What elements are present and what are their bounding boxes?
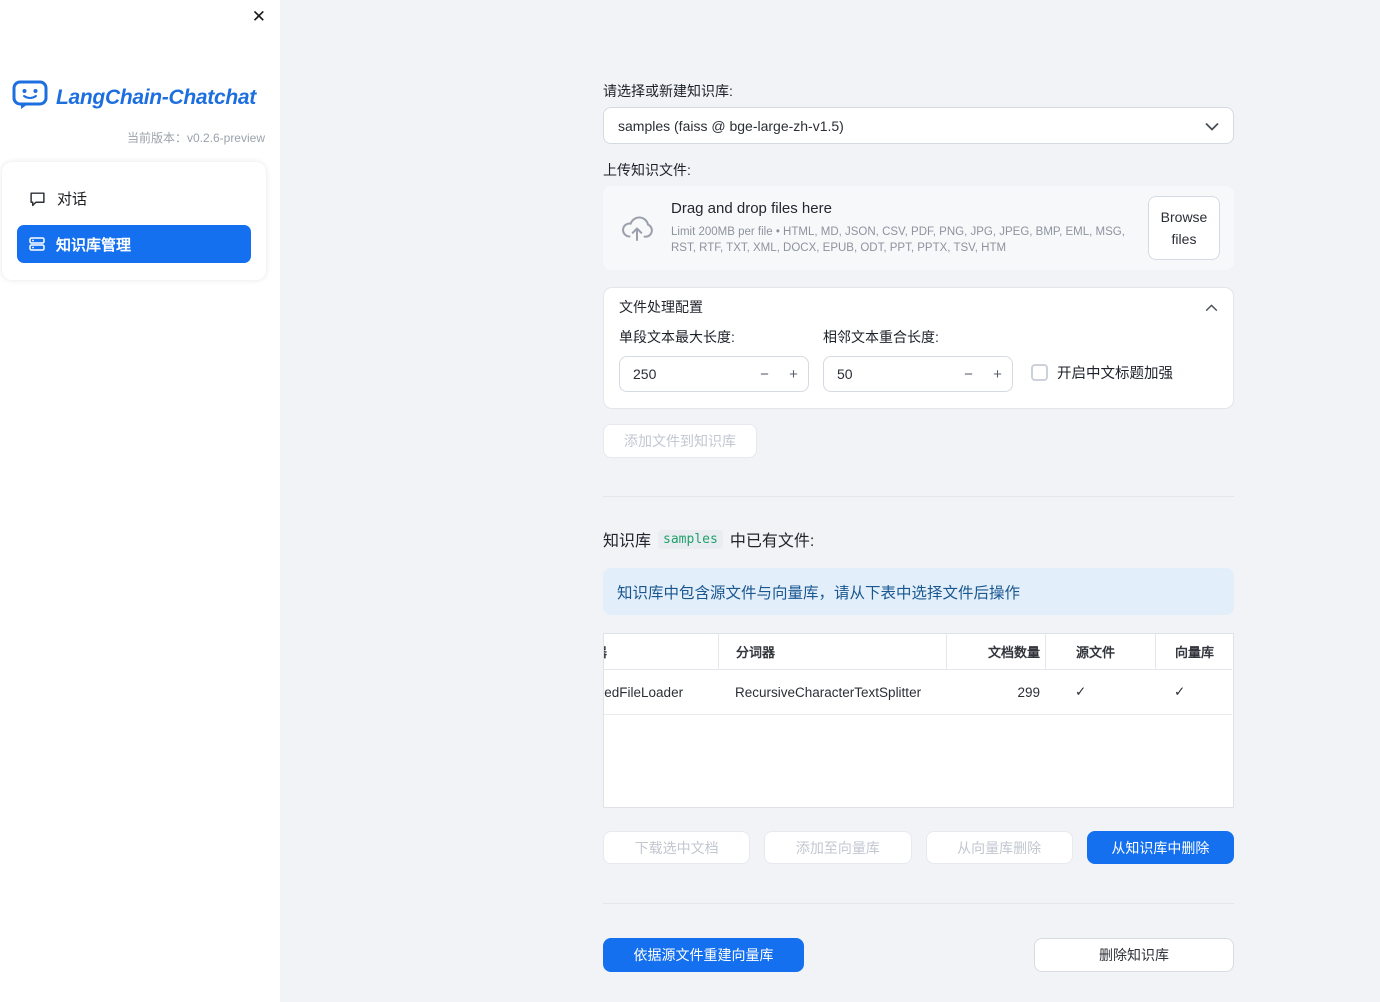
file-uploader-dropzone[interactable]: Drag and drop files here Limit 200MB per… (603, 186, 1234, 270)
divider (603, 903, 1234, 904)
main-content: 请选择或新建知识库: samples (faiss @ bge-large-zh… (603, 0, 1234, 972)
checkbox-box[interactable] (1031, 364, 1048, 381)
cloud-upload-icon (619, 215, 655, 242)
sidebar: ✕ LangChain-Chatchat 当前版本：v0.2.6-preview… (0, 0, 280, 1002)
uploader-texts: Drag and drop files here Limit 200MB per… (671, 200, 1148, 256)
increment-button[interactable]: + (779, 366, 808, 383)
kb-stack-icon (29, 236, 45, 252)
sidebar-item-label: 知识库管理 (56, 236, 132, 254)
info-text: 知识库中包含源文件与向量库，请从下表中选择文件后操作 (617, 584, 1021, 602)
kb-select-value: samples (faiss @ bge-large-zh-v1.5) (618, 117, 844, 134)
overlap-value: 50 (837, 366, 853, 382)
chevron-up-icon (1205, 299, 1218, 315)
upload-label: 上传知识文件: (603, 162, 691, 178)
increment-button[interactable]: + (983, 366, 1012, 383)
cell-source-check: ✓ (1075, 684, 1087, 699)
file-action-buttons: 下载选中文档 添加至向量库 从向量库删除 从知识库中删除 (603, 831, 1234, 864)
kb-action-buttons: 依据源文件重建向量库 删除知识库 (603, 938, 1234, 972)
download-selected-button[interactable]: 下载选中文档 (603, 831, 751, 864)
chevron-down-icon (1205, 118, 1219, 134)
expander-title: 文件处理配置 (619, 298, 703, 315)
overlap-input[interactable]: 50 − + (823, 356, 1013, 392)
decrement-button[interactable]: − (750, 366, 779, 383)
uploader-limit: Limit 200MB per file • HTML, MD, JSON, C… (671, 225, 1125, 254)
col-header-splitter: 分词器 (718, 634, 946, 669)
expander-header[interactable]: 文件处理配置 (604, 288, 1233, 325)
close-icon: ✕ (251, 7, 266, 26)
rebuild-vector-button[interactable]: 依据源文件重建向量库 (603, 938, 804, 972)
cell-loader: UnstructuredFileLoader (604, 684, 684, 700)
logo-icon (12, 80, 48, 115)
delete-kb-button[interactable]: 删除知识库 (1034, 938, 1234, 972)
table-row[interactable]: UnstructuredFileLoader RecursiveCharacte… (604, 670, 1232, 715)
max-length-field: 单段文本最大长度: 250 − + (619, 327, 809, 392)
chat-bubble-icon (29, 190, 46, 207)
table-header-row: 文档加载器 分词器 文档数量 源文件 向量库 (604, 634, 1232, 670)
cell-doc-count: 299 (1017, 684, 1040, 700)
cell-vector-check: ✓ (1174, 684, 1186, 699)
info-banner: 知识库中包含源文件与向量库，请从下表中选择文件后操作 (603, 568, 1234, 615)
max-length-input[interactable]: 250 − + (619, 356, 809, 392)
app-logo: LangChain-Chatchat (0, 80, 280, 115)
add-to-vector-button[interactable]: 添加至向量库 (764, 831, 912, 864)
col-header-doc-count: 文档数量 (946, 634, 1045, 669)
logo-text: LangChain-Chatchat (56, 85, 256, 109)
overlap-label: 相邻文本重合长度: (823, 329, 939, 345)
delete-from-vector-button[interactable]: 从向量库删除 (925, 831, 1073, 864)
kb-selectbox[interactable]: samples (faiss @ bge-large-zh-v1.5) (603, 107, 1234, 144)
expander-body: 单段文本最大长度: 250 − + 相邻文本重合长度: 50 − + 开启中文标… (604, 325, 1233, 408)
col-header-vector: 向量库 (1155, 634, 1232, 669)
overlap-field: 相邻文本重合长度: 50 − + (823, 327, 1013, 392)
uploader-title: Drag and drop files here (671, 199, 832, 217)
delete-from-kb-button[interactable]: 从知识库中删除 (1086, 831, 1234, 864)
table-empty-area (604, 715, 1232, 807)
kb-files-suffix: 中已有文件: (729, 533, 815, 550)
version-text: 当前版本：v0.2.6-preview (126, 131, 265, 145)
kb-name-code: samples (658, 529, 723, 549)
sidebar-item-kb-management[interactable]: 知识库管理 (17, 225, 251, 263)
config-expander: 文件处理配置 单段文本最大长度: 250 − + 相邻文本重合长度: 50 − … (603, 287, 1234, 409)
max-length-label: 单段文本最大长度: (619, 329, 735, 345)
close-sidebar-button[interactable]: ✕ (252, 5, 266, 29)
kb-select-label: 请选择或新建知识库: (603, 83, 733, 99)
max-length-value: 250 (633, 366, 657, 382)
nav-menu: 对话 知识库管理 (2, 162, 266, 280)
browse-files-button[interactable]: Browse files (1148, 195, 1220, 261)
files-table[interactable]: 文档加载器 分词器 文档数量 源文件 向量库 UnstructuredFileL… (603, 633, 1234, 808)
decrement-button[interactable]: − (954, 366, 983, 383)
sidebar-item-chat[interactable]: 对话 (17, 179, 251, 217)
cell-splitter: RecursiveCharacterTextSplitter (735, 684, 922, 700)
checkbox-label: 开启中文标题加强 (1057, 366, 1173, 382)
kb-files-prefix: 知识库 (603, 533, 652, 550)
col-header-loader: 文档加载器 (604, 634, 718, 669)
files-table-inner: 文档加载器 分词器 文档数量 源文件 向量库 UnstructuredFileL… (604, 634, 1232, 807)
sidebar-item-label: 对话 (57, 190, 88, 208)
zh-title-checkbox[interactable]: 开启中文标题加强 (1031, 362, 1173, 383)
kb-files-heading: 知识库 samples 中已有文件: (603, 527, 1234, 551)
divider (603, 496, 1234, 497)
col-header-source: 源文件 (1045, 634, 1155, 669)
add-files-button[interactable]: 添加文件到知识库 (603, 424, 757, 458)
